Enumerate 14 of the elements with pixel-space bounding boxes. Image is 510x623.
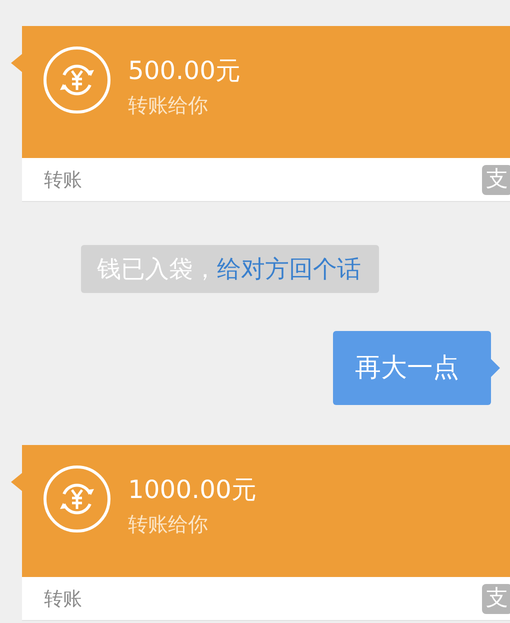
payment-logo: 支: [482, 164, 510, 194]
currency-exchange-icon: [42, 45, 112, 115]
transfer-caption: 转账给你: [128, 92, 209, 118]
transfer-card[interactable]: 1000.00元 转账给你: [22, 445, 510, 577]
payment-logo: 支: [482, 584, 510, 614]
message-bubble: 再大一点: [333, 331, 491, 405]
transfer-card[interactable]: 500.00元 转账给你: [22, 26, 510, 158]
transfer-amount: 1000.00元: [128, 475, 256, 505]
currency-exchange-icon: [42, 464, 112, 534]
transfer-caption: 转账给你: [128, 511, 209, 537]
footer-label: 转账: [44, 586, 82, 612]
footer-label: 转账: [44, 168, 82, 192]
reply-link[interactable]: 给对方回个话: [217, 255, 361, 283]
transfer-amount: 500.00元: [128, 56, 240, 86]
